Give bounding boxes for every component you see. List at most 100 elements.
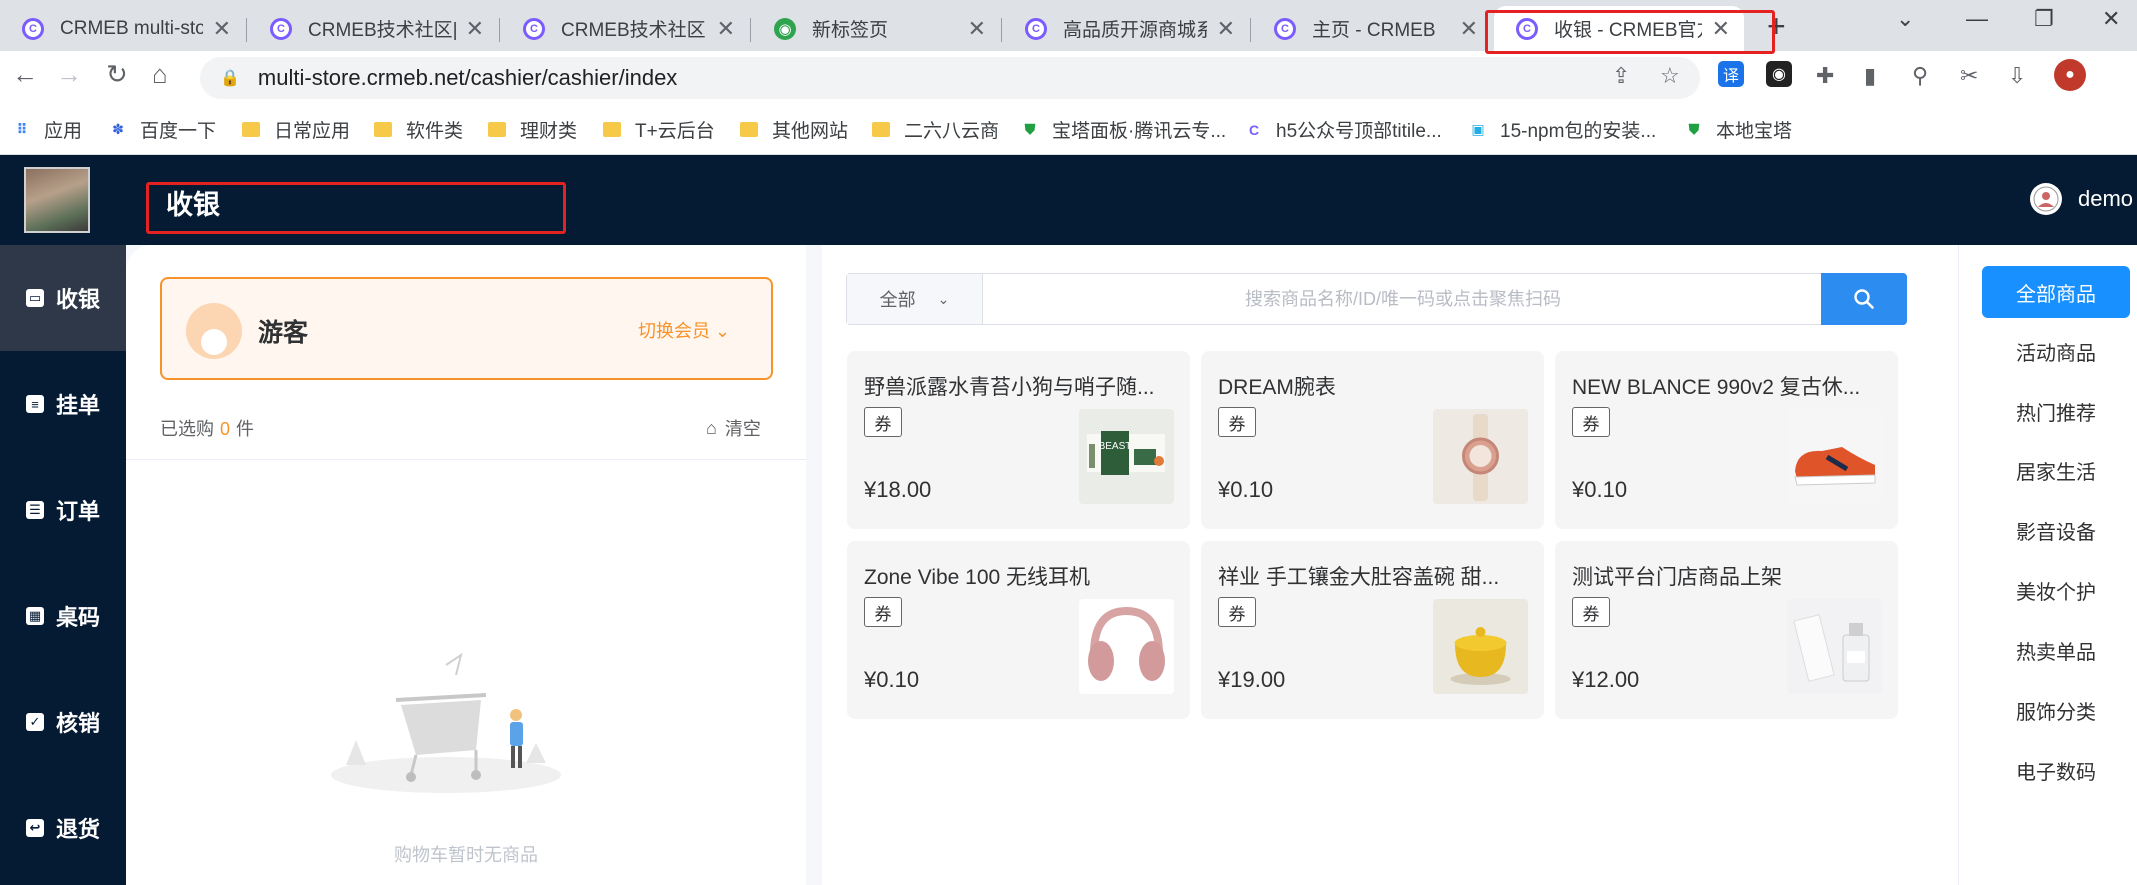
browser-tab[interactable]: C CRMEB multi-stor ✕ [0,6,245,51]
close-icon[interactable]: ✕ [717,16,735,42]
category-item[interactable]: 美妆个护 [1982,576,2130,605]
goods-card[interactable]: 祥业 手工镶金大肚容盖碗 甜... 券 ¥19.00 [1201,541,1544,719]
profile-avatar-icon[interactable]: ● [2054,59,2086,91]
sidebar: ▭ 收银 ≡ 挂单 ☰ 订单 ▦ 桌码 ✓ 核销 ↩ 退货 [0,245,126,885]
user-name[interactable]: demo [2078,186,2133,212]
bookmark-item[interactable]: C h5公众号顶部titile... [1244,116,1442,143]
back-arrow-icon[interactable]: ← [12,59,38,90]
window-close-icon[interactable]: ✕ [2102,6,2120,32]
switch-member-button[interactable]: 切换会员 ⌄ [638,317,730,343]
category-item[interactable]: 居家生活 [1982,456,2130,485]
bookmark-item[interactable]: 二六八云商 [872,116,999,143]
bookmark-item[interactable]: ⛊ 宝塔面板·腾讯云专... [1020,116,1226,143]
search-button[interactable] [1821,273,1907,325]
sidebar-item-verify[interactable]: ✓ 核销 [0,669,126,775]
category-item[interactable]: 热门推荐 [1982,397,2130,426]
bookmark-star-icon[interactable]: ☆ [1660,63,1680,89]
folder-icon [603,122,621,137]
sidebar-item-orders[interactable]: ☰ 订单 [0,457,126,563]
crmeb-icon: C [270,17,292,40]
browser-tab[interactable]: C CRMEB技术社区|多 ✕ [248,6,498,51]
sidepanel-icon[interactable]: ▮ [1864,63,1876,89]
baota-shield-icon: ⛊ [1688,121,1700,137]
bookmark-item[interactable]: ⠿ 应用 [12,116,82,143]
sidebar-item-hang-order[interactable]: ≡ 挂单 [0,351,126,457]
category-item[interactable]: 影音设备 [1982,516,2130,545]
forward-arrow-icon[interactable]: → [56,59,82,90]
bookmark-item[interactable]: 软件类 [374,116,463,143]
tab-divider [1001,18,1002,42]
sidebar-item-label: 收银 [55,287,100,312]
goods-name: 祥业 手工镶金大肚容盖碗 甜... [1218,566,1500,589]
sneaker-image [1787,409,1882,504]
new-tab-button[interactable]: + [1767,8,1786,45]
category-select[interactable]: 全部 ⌄ [847,274,983,324]
category-item[interactable]: 活动商品 [1982,337,2130,366]
clear-cart-button[interactable]: ⌂ 清空 [706,415,761,441]
goods-price: ¥0.10 [1572,477,1628,502]
tab-title: 高品质开源商城系统 [1063,20,1207,41]
browser-tab[interactable]: ◉ 新标签页 ✕ [752,6,1000,51]
bookmark-label: 15-npm包的安装... [1500,121,1657,142]
folder-icon [872,122,890,137]
search-lens-icon[interactable]: ⚲ [1912,63,1928,89]
puzzle-icon[interactable]: ✚ [1816,63,1834,89]
browser-tab-active[interactable]: C 收银 - CRMEB官方 ✕ [1494,6,1744,51]
goods-card[interactable]: 野兽派露水青苔小狗与哨子随... 券 ¥18.00 BEAST [847,351,1190,529]
main-area: 游客 切换会员 ⌄ 已选购 0 件 ⌂ 清空 购物车暂时无商品 全部 ⌄ 搜索商… [126,245,2137,885]
goods-price: ¥19.00 [1218,667,1286,692]
bookmark-item[interactable]: ▣ 15-npm包的安装... [1468,116,1656,143]
goods-card[interactable]: NEW BLANCE 990v2 复古休... 券 ¥0.10 [1555,351,1898,529]
goods-card[interactable]: 测试平台门店商品上架 券 ¥12.00 [1555,541,1898,719]
sidebar-item-label: 退货 [55,817,100,842]
extension-icon[interactable]: ◉ [1766,61,1792,87]
cart-selected-count: 已选购 0 件 [160,415,254,441]
bookmark-item[interactable]: 理财类 [488,116,577,143]
url-bar[interactable]: 🔒 multi-store.crmeb.net/cashier/cashier/… [200,57,1700,99]
bookmark-label: 软件类 [406,121,464,142]
bookmark-item[interactable]: ⛊ 本地宝塔 [1684,116,1792,143]
download-icon[interactable]: ⇩ [2008,63,2026,89]
scissors-icon[interactable]: ✂ [1960,63,1978,89]
avatar[interactable] [2030,183,2062,215]
restore-icon[interactable]: ❐ [2034,6,2054,32]
sidebar-item-cashier[interactable]: ▭ 收银 [0,245,126,351]
bookmark-item[interactable]: 其他网站 [740,116,848,143]
apps-grid-icon: ⠿ [16,121,28,137]
search-icon [1854,289,1874,309]
bookmark-item[interactable]: 日常应用 [242,116,350,143]
coupon-badge: 券 [864,407,902,437]
close-icon[interactable]: ✕ [968,16,986,42]
tab-title: 主页 - CRMEB [1312,20,1436,41]
bookmark-item[interactable]: ✽ 百度一下 [108,116,216,143]
goods-price: ¥0.10 [1218,477,1274,502]
close-icon[interactable]: ✕ [466,16,484,42]
close-icon[interactable]: ✕ [1460,16,1478,42]
browser-tab[interactable]: C 主页 - CRMEB ✕ [1252,6,1492,51]
browser-tab[interactable]: C 高品质开源商城系统 ✕ [1003,6,1249,51]
search-input[interactable] [983,274,1823,324]
member-card[interactable]: 游客 切换会员 ⌄ [160,277,773,380]
close-icon[interactable]: ✕ [1712,16,1730,42]
browser-tab[interactable]: C CRMEB技术社区|P ✕ [501,6,749,51]
bookmark-label: h5公众号顶部titile... [1276,121,1442,142]
minimize-icon[interactable]: — [1966,6,1988,32]
tab-search-chevron-icon[interactable]: ⌄ [1896,6,1914,32]
home-icon[interactable]: ⌂ [152,59,168,90]
close-icon[interactable]: ✕ [1217,16,1235,42]
category-item[interactable]: 服饰分类 [1982,696,2130,725]
category-item[interactable]: 热卖单品 [1982,636,2130,665]
translate-icon[interactable]: 译 [1718,61,1744,87]
bookmark-label: 应用 [44,121,83,142]
bookmark-item[interactable]: T+云后台 [603,116,715,143]
sidebar-item-table-code[interactable]: ▦ 桌码 [0,563,126,669]
goods-card[interactable]: Zone Vibe 100 无线耳机 券 ¥0.10 [847,541,1190,719]
category-item[interactable]: 电子数码 [1982,756,2130,785]
share-icon[interactable]: ⇪ [1612,63,1630,89]
close-icon[interactable]: ✕ [213,16,231,42]
reload-icon[interactable]: ↻ [106,59,128,90]
sidebar-item-return[interactable]: ↩ 退货 [0,775,126,881]
bookmark-label: 二六八云商 [904,121,1000,142]
category-all-button[interactable]: 全部商品 [1982,266,2130,318]
goods-card[interactable]: DREAM腕表 券 ¥0.10 [1201,351,1544,529]
